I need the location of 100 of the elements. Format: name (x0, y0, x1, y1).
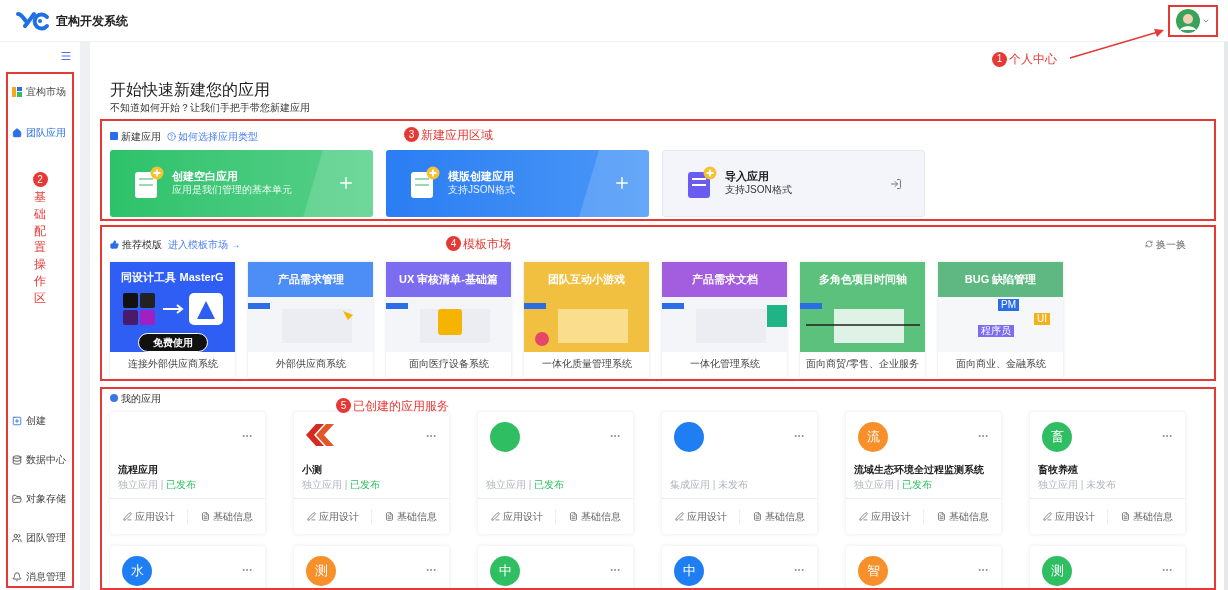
design-action[interactable]: 应用设计 (110, 508, 188, 524)
app-name: 流程应用 (118, 462, 158, 477)
sidebar-item[interactable]: 创建 (12, 413, 74, 428)
template-card[interactable]: 同设计工具 MasterG 免费使用 连接外部供应商系统 (110, 261, 235, 378)
free-use-button[interactable]: 免费使用 (137, 332, 208, 352)
pen-icon (490, 511, 500, 521)
app-avatar: 中 (490, 555, 520, 586)
app-card[interactable]: 水 (110, 545, 265, 590)
pen-icon (306, 511, 316, 521)
logo-icon (16, 10, 50, 31)
publish-status: 已发布 (350, 477, 381, 492)
create-app-card[interactable]: 导入应用 支持JSON格式 (662, 149, 925, 217)
pen-icon (122, 511, 132, 521)
info-action[interactable]: 基础信息 (1108, 508, 1185, 524)
page-heading: 开始快速新建您的应用 (110, 80, 271, 100)
app-card[interactable]: 流 流域生态环境全过程监测系统 独立应用 | 已发布 应用设计 基础信息 (846, 411, 1001, 534)
document-icon (936, 511, 946, 521)
sidebar-item[interactable]: 团队应用 (12, 125, 74, 140)
help-link[interactable]: 如何选择应用类型 (167, 128, 258, 144)
folder-icon (12, 493, 22, 504)
template-card[interactable]: BUG 缺陷管理 PM UI 程序员 面向商业、金融系统 (938, 261, 1063, 378)
app-card[interactable]: 畜 畜牧养殖 独立应用 | 未发布 应用设计 基础信息 (1030, 411, 1185, 534)
info-action[interactable]: 基础信息 (740, 508, 817, 524)
app-avatar: 智 (858, 555, 888, 586)
home-icon (12, 127, 22, 138)
help-icon (167, 131, 176, 141)
design-action[interactable]: 应用设计 (294, 508, 372, 524)
card-subtitle: 支持JSON格式 (448, 183, 515, 197)
app-avatar: 测 (1042, 555, 1072, 586)
app-card[interactable]: 集成应用 | 未发布 应用设计 基础信息 (662, 411, 817, 534)
annotation-label: 新建应用区域 (421, 126, 493, 144)
document-icon (1120, 511, 1130, 521)
annotation-number: 1 (992, 51, 1007, 67)
template-title: 产品需求文档 (691, 271, 758, 287)
document-plus-icon (134, 166, 164, 200)
template-title: UX 审核清单-基础篇 (399, 271, 498, 287)
template-card[interactable]: 多角色项目时间轴 面向商贸/零售、企业服务 (800, 261, 925, 378)
app-card[interactable]: 流程应用 独立应用 | 已发布 应用设计 基础信息 (110, 411, 265, 534)
template-caption: 面向医疗设备系统 (408, 357, 489, 372)
template-card[interactable]: 产品需求文档 一体化管理系统 (662, 261, 787, 378)
template-card[interactable]: UX 审核清单-基础篇 面向医疗设备系统 (386, 261, 511, 378)
app-type: 集成应用 | (670, 477, 716, 492)
annotation-number: 3 (404, 127, 419, 142)
template-card[interactable]: 产品需求管理 外部供应商系统 (248, 261, 373, 378)
template-title: BUG 缺陷管理 (964, 271, 1037, 287)
sidebar-item[interactable]: 团队管理 (12, 530, 74, 545)
design-action[interactable]: 应用设计 (662, 508, 740, 524)
menu-icon[interactable] (60, 50, 72, 62)
add-icon (12, 415, 22, 426)
publish-status: 已发布 (534, 477, 565, 492)
annotation-number: 4 (446, 236, 461, 251)
template-caption: 一体化质量管理系统 (541, 357, 632, 372)
app-card[interactable]: 独立应用 | 已发布 应用设计 基础信息 (478, 411, 633, 534)
info-action[interactable]: 基础信息 (924, 508, 1001, 524)
sidebar-item[interactable]: 消息管理 (12, 569, 74, 584)
refresh-icon (1145, 240, 1153, 248)
create-app-card[interactable]: 模版创建应用 支持JSON格式 (386, 149, 649, 217)
market-link[interactable]: 进入模板市场 → (168, 236, 241, 252)
document-plus-icon (410, 166, 440, 200)
app-type: 独立应用 | (118, 477, 164, 492)
app-card[interactable]: 中 (662, 545, 817, 590)
template-card[interactable]: 团队互动小游戏 一体化质量管理系统 (524, 261, 649, 378)
info-action[interactable]: 基础信息 (372, 508, 449, 524)
annotation-label: 基础配置操作区 (34, 189, 46, 307)
app-type: 独立应用 | (302, 477, 348, 492)
decoration-shape (303, 149, 373, 217)
database-icon (12, 454, 22, 465)
app-avatar: 测 (306, 555, 336, 586)
sidebar-item[interactable]: 宜构市场 (12, 84, 74, 99)
template-caption: 面向商业、金融系统 (955, 357, 1046, 372)
document-icon (384, 511, 394, 521)
card-title: 创建空白应用 (172, 169, 239, 184)
document-icon (200, 511, 210, 521)
app-card[interactable]: 小测 独立应用 | 已发布 应用设计 基础信息 (294, 411, 449, 534)
app-name: 小测 (302, 462, 322, 477)
user-avatar (1176, 8, 1200, 33)
design-action[interactable]: 应用设计 (1030, 508, 1108, 524)
page-subheading: 不知道如何开始？让我们手把手带您新建应用 (110, 102, 311, 115)
info-action[interactable]: 基础信息 (188, 508, 265, 524)
annotation-number: 5 (336, 398, 351, 413)
sidebar-item[interactable]: 数据中心 (12, 452, 74, 467)
document-icon (752, 511, 762, 521)
app-avatar: 流 (858, 421, 888, 452)
card-subtitle: 应用是我们管理的基本单元 (172, 183, 292, 197)
card-title: 模版创建应用 (448, 169, 515, 184)
document-icon (568, 511, 578, 521)
refresh-button[interactable]: 换一换 (1145, 236, 1186, 252)
card-subtitle: 支持JSON格式 (725, 183, 792, 197)
design-action[interactable]: 应用设计 (478, 508, 556, 524)
template-title: 团队互动小游戏 (548, 271, 625, 287)
publish-status: 未发布 (718, 477, 749, 492)
app-title: 宜构开发系统 (56, 12, 128, 30)
pen-icon (1042, 511, 1052, 521)
app-type: 独立应用 | (854, 477, 900, 492)
design-action[interactable]: 应用设计 (846, 508, 924, 524)
annotation-label: 个人中心 (1009, 51, 1057, 68)
sidebar-item[interactable]: 对象存储 (12, 491, 74, 506)
app-type: 独立应用 | (486, 477, 532, 492)
template-title: 同设计工具 MasterG (121, 269, 224, 285)
info-action[interactable]: 基础信息 (556, 508, 633, 524)
